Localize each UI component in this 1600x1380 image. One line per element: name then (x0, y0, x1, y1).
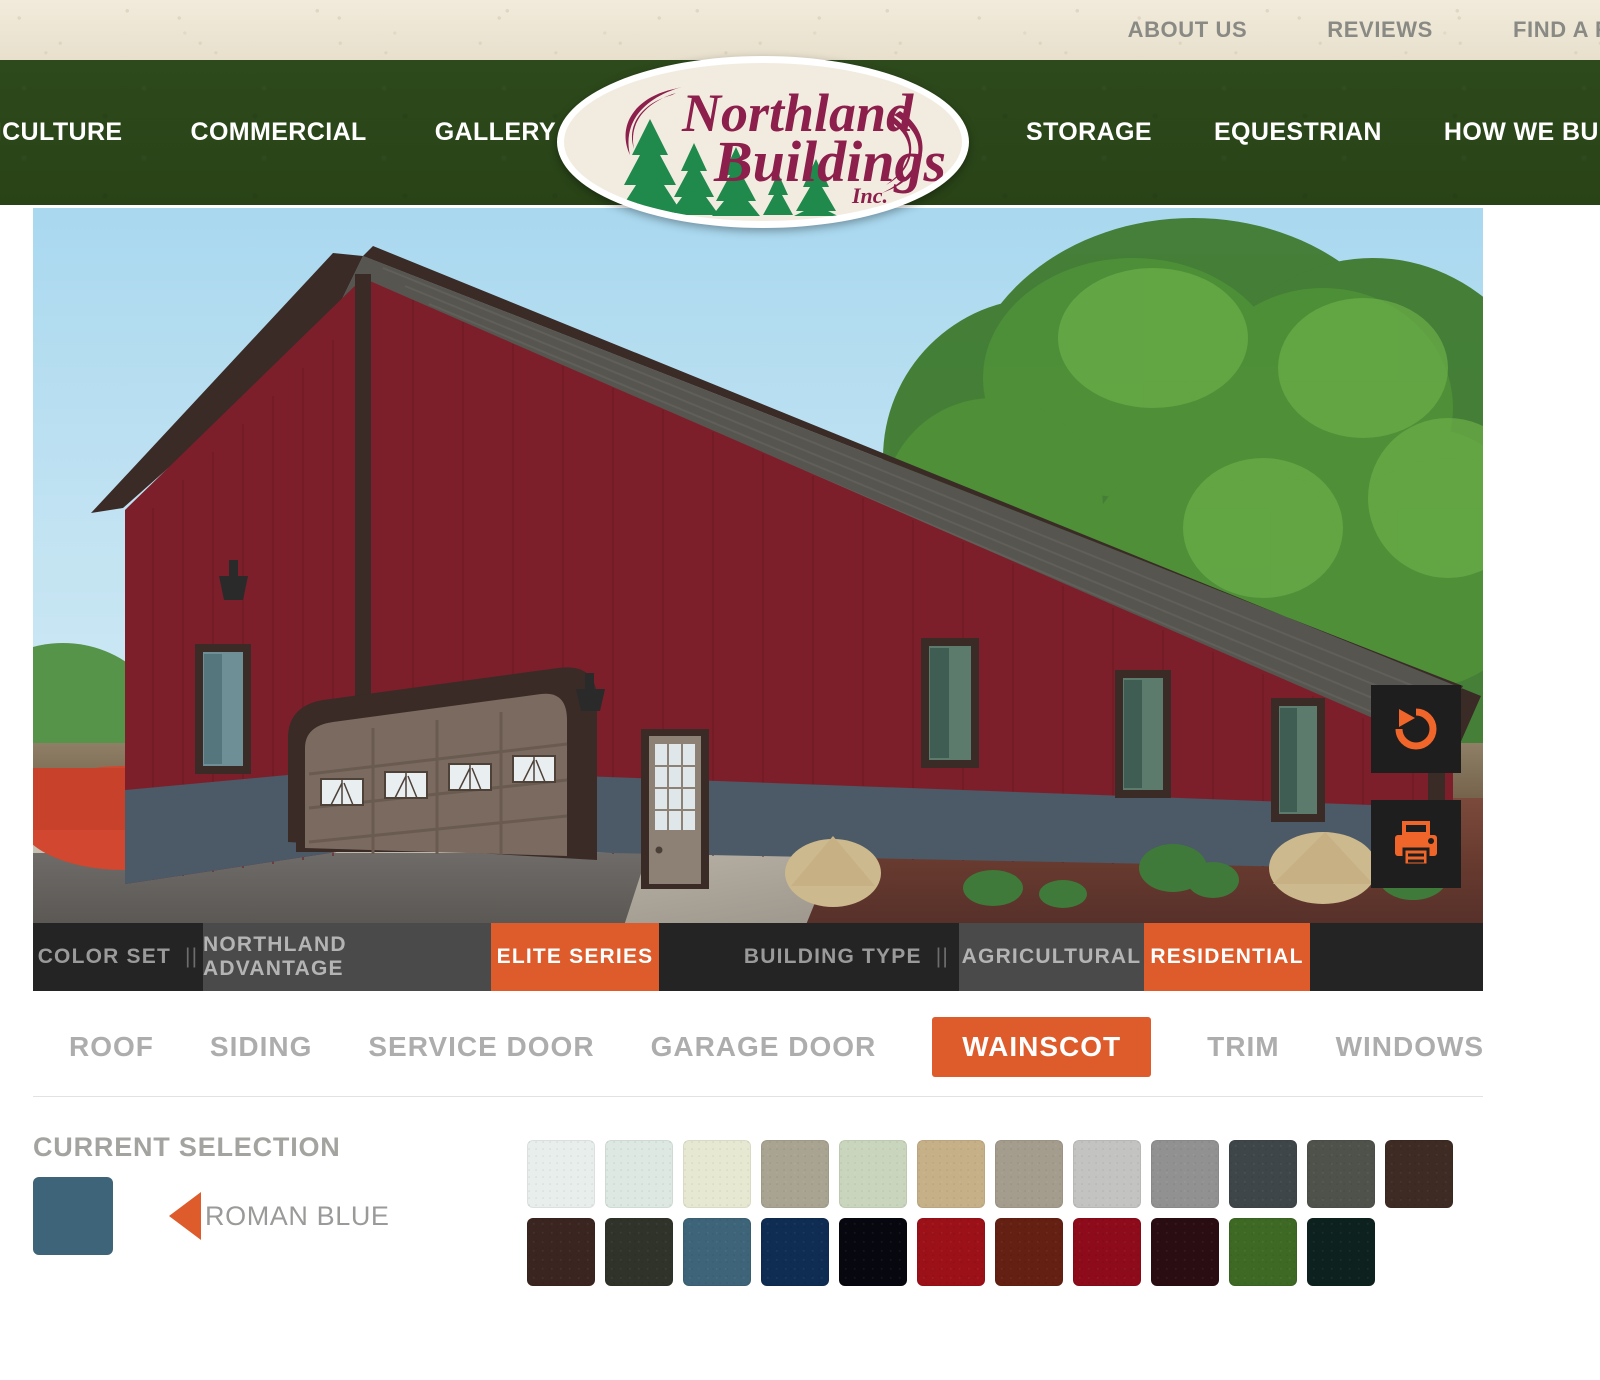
selection-pointer-icon (169, 1192, 201, 1240)
color-set-label: COLOR SET || (33, 923, 203, 991)
current-selection-title: CURRENT SELECTION (33, 1132, 341, 1162)
option-bar-spacer (1310, 923, 1483, 991)
color-swatch-2-4[interactable] (761, 1218, 829, 1286)
building-type-divider: || (935, 945, 949, 968)
color-swatch-2-10[interactable] (1229, 1218, 1297, 1286)
color-set-divider: || (185, 945, 199, 968)
color-set-label-text: COLOR SET (37, 945, 171, 968)
current-selection-swatch (33, 1177, 113, 1255)
color-swatch-1-1[interactable] (527, 1140, 595, 1208)
color-swatch-1-3[interactable] (683, 1140, 751, 1208)
nav-item-gallery[interactable]: GALLERY (435, 118, 556, 147)
nav-item-agriculture[interactable]: AGRICULTURE (0, 118, 122, 147)
color-swatch-2-6[interactable] (917, 1218, 985, 1286)
color-swatch-2-11[interactable] (1307, 1218, 1375, 1286)
nav-item-how-we-build[interactable]: HOW WE BUILD (1444, 118, 1600, 147)
top-nav-item-about-us[interactable]: ABOUT US (1128, 17, 1248, 43)
color-swatch-2-9[interactable] (1151, 1218, 1219, 1286)
building-render[interactable] (33, 208, 1483, 923)
building-visualizer-stage[interactable] (33, 208, 1483, 923)
main-nav-right-group: STORAGE EQUESTRIAN HOW WE BUILD (1026, 60, 1600, 205)
color-swatch-grid (527, 1140, 1467, 1296)
tab-siding[interactable]: SIDING (210, 1017, 312, 1077)
color-set-option-northland-advantage[interactable]: NORTHLAND ADVANTAGE (203, 923, 491, 991)
color-swatch-1-4[interactable] (761, 1140, 829, 1208)
swatch-row-1 (527, 1140, 1467, 1208)
color-swatch-2-7[interactable] (995, 1218, 1063, 1286)
svg-text:Inc.: Inc. (851, 183, 888, 208)
building-type-option-agricultural[interactable]: AGRICULTURAL (959, 923, 1144, 991)
tab-wainscot[interactable]: WAINSCOT (932, 1017, 1152, 1077)
svg-text:Buildings: Buildings (713, 129, 946, 194)
color-swatch-1-11[interactable] (1307, 1140, 1375, 1208)
building-type-label-text: BUILDING TYPE (743, 945, 922, 968)
gable-window (195, 644, 251, 774)
top-nav: ABOUT US REVIEWS FIND A REP (1128, 0, 1600, 60)
current-selection-panel: CURRENT SELECTION ROMAN BLUE (33, 1132, 463, 1255)
color-swatch-2-8[interactable] (1073, 1218, 1141, 1286)
color-set-option-elite-series[interactable]: ELITE SERIES (491, 923, 659, 991)
color-swatch-1-8[interactable] (1073, 1140, 1141, 1208)
color-swatch-1-7[interactable] (995, 1140, 1063, 1208)
service-door (641, 729, 709, 889)
color-swatch-2-3[interactable] (683, 1218, 751, 1286)
color-swatch-1-2[interactable] (605, 1140, 673, 1208)
tab-garage-door[interactable]: GARAGE DOOR (651, 1017, 877, 1077)
rotate-ccw-icon (1395, 708, 1437, 750)
tab-windows[interactable]: WINDOWS (1336, 1017, 1485, 1077)
color-swatch-1-12[interactable] (1385, 1140, 1453, 1208)
current-selection-color-name: ROMAN BLUE (205, 1200, 390, 1231)
current-selection-row: ROMAN BLUE (33, 1177, 463, 1255)
reset-view-button[interactable] (1371, 685, 1461, 773)
top-nav-item-reviews[interactable]: REVIEWS (1327, 17, 1433, 43)
tab-trim[interactable]: TRIM (1207, 1017, 1279, 1077)
top-utility-bar: ABOUT US REVIEWS FIND A REP (0, 0, 1600, 60)
nav-item-storage[interactable]: STORAGE (1026, 118, 1152, 147)
printer-icon (1395, 821, 1437, 867)
color-swatch-1-6[interactable] (917, 1140, 985, 1208)
component-tab-bar: ROOF SIDING SERVICE DOOR GARAGE DOOR WAI… (33, 1000, 1483, 1094)
color-swatch-1-9[interactable] (1151, 1140, 1219, 1208)
main-nav-left-group: AGRICULTURE COMMERCIAL GALLERY (0, 60, 556, 205)
print-button[interactable] (1371, 800, 1461, 888)
option-bar: COLOR SET || NORTHLAND ADVANTAGE ELITE S… (33, 923, 1483, 991)
tab-roof[interactable]: ROOF (69, 1017, 154, 1077)
color-swatch-2-2[interactable] (605, 1218, 673, 1286)
swatch-row-2 (527, 1218, 1467, 1286)
section-divider (33, 1096, 1483, 1097)
color-swatch-2-5[interactable] (839, 1218, 907, 1286)
building-type-option-residential[interactable]: RESIDENTIAL (1144, 923, 1310, 991)
color-swatch-1-5[interactable] (839, 1140, 907, 1208)
color-swatch-1-10[interactable] (1229, 1140, 1297, 1208)
top-nav-item-find-a-rep[interactable]: FIND A REP (1513, 17, 1600, 43)
building-type-label: BUILDING TYPE || (659, 923, 959, 991)
site-logo[interactable]: Northland Buildings Inc. (557, 56, 969, 228)
northland-buildings-logo-graphic: Northland Buildings Inc. (618, 83, 946, 216)
nav-item-commercial[interactable]: COMMERCIAL (190, 118, 366, 147)
nav-item-equestrian[interactable]: EQUESTRIAN (1214, 118, 1382, 147)
tab-service-door[interactable]: SERVICE DOOR (368, 1017, 594, 1077)
color-swatch-2-1[interactable] (527, 1218, 595, 1286)
